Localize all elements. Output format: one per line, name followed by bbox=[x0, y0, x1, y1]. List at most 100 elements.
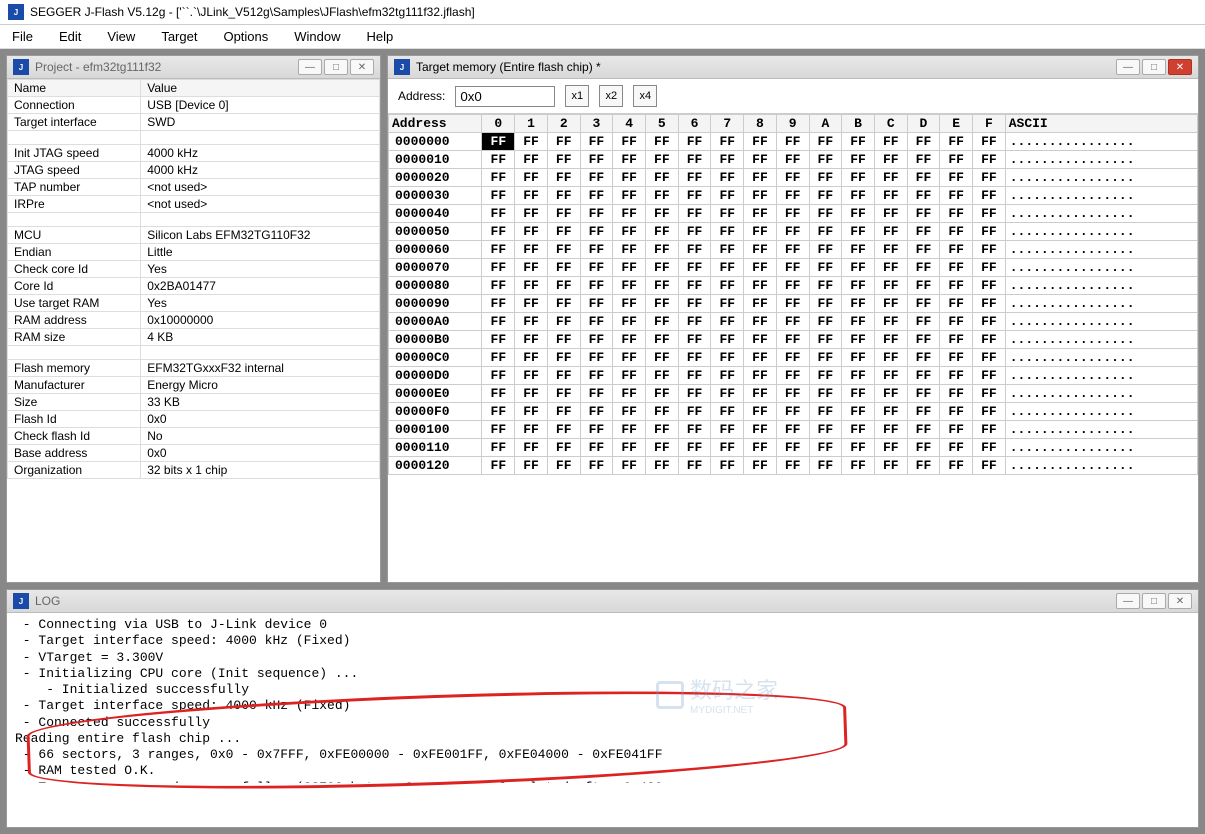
size-x4-button[interactable]: x4 bbox=[633, 85, 657, 107]
byte-cell[interactable]: FF bbox=[776, 205, 809, 223]
memory-row[interactable]: 00000E0FFFFFFFFFFFFFFFFFFFFFFFFFFFFFFFF.… bbox=[389, 385, 1198, 403]
byte-cell[interactable]: FF bbox=[547, 241, 580, 259]
col-name[interactable]: Name bbox=[8, 80, 141, 97]
byte-cell[interactable]: FF bbox=[482, 367, 515, 385]
byte-cell[interactable]: FF bbox=[645, 277, 678, 295]
byte-cell[interactable]: FF bbox=[973, 313, 1006, 331]
table-row[interactable]: ManufacturerEnergy Micro bbox=[8, 377, 380, 394]
byte-cell[interactable]: FF bbox=[515, 133, 548, 151]
byte-cell[interactable]: FF bbox=[744, 349, 777, 367]
byte-cell[interactable]: FF bbox=[547, 259, 580, 277]
byte-cell[interactable]: FF bbox=[973, 331, 1006, 349]
byte-cell[interactable]: FF bbox=[940, 241, 973, 259]
byte-cell[interactable]: FF bbox=[940, 439, 973, 457]
byte-cell[interactable]: FF bbox=[482, 421, 515, 439]
byte-cell[interactable]: FF bbox=[973, 367, 1006, 385]
byte-cell[interactable]: FF bbox=[547, 151, 580, 169]
byte-cell[interactable]: FF bbox=[482, 403, 515, 421]
byte-cell[interactable]: FF bbox=[776, 349, 809, 367]
memory-row[interactable]: 0000100FFFFFFFFFFFFFFFFFFFFFFFFFFFFFFFF.… bbox=[389, 421, 1198, 439]
memory-row[interactable]: 00000F0FFFFFFFFFFFFFFFFFFFFFFFFFFFFFFFF.… bbox=[389, 403, 1198, 421]
byte-cell[interactable]: FF bbox=[645, 367, 678, 385]
byte-cell[interactable]: FF bbox=[613, 205, 646, 223]
byte-cell[interactable]: FF bbox=[809, 277, 842, 295]
byte-cell[interactable]: FF bbox=[940, 349, 973, 367]
byte-cell[interactable]: FF bbox=[744, 367, 777, 385]
byte-cell[interactable]: FF bbox=[580, 439, 613, 457]
byte-cell[interactable]: FF bbox=[613, 241, 646, 259]
byte-cell[interactable]: FF bbox=[515, 331, 548, 349]
byte-cell[interactable]: FF bbox=[580, 295, 613, 313]
byte-cell[interactable]: FF bbox=[940, 151, 973, 169]
close-button[interactable]: ✕ bbox=[350, 59, 374, 75]
byte-cell[interactable]: FF bbox=[744, 385, 777, 403]
byte-cell[interactable]: FF bbox=[744, 205, 777, 223]
byte-cell[interactable]: FF bbox=[744, 223, 777, 241]
byte-cell[interactable]: FF bbox=[874, 457, 907, 475]
table-row[interactable]: Core Id0x2BA01477 bbox=[8, 278, 380, 295]
byte-cell[interactable]: FF bbox=[809, 133, 842, 151]
byte-cell[interactable]: FF bbox=[842, 457, 875, 475]
byte-cell[interactable]: FF bbox=[613, 331, 646, 349]
byte-cell[interactable]: FF bbox=[547, 313, 580, 331]
byte-cell[interactable]: FF bbox=[940, 457, 973, 475]
byte-cell[interactable]: FF bbox=[907, 223, 940, 241]
memory-row[interactable]: 0000060FFFFFFFFFFFFFFFFFFFFFFFFFFFFFFFF.… bbox=[389, 241, 1198, 259]
byte-cell[interactable]: FF bbox=[874, 241, 907, 259]
byte-cell[interactable]: FF bbox=[613, 277, 646, 295]
maximize-button[interactable]: □ bbox=[1142, 593, 1166, 609]
byte-cell[interactable]: FF bbox=[809, 295, 842, 313]
table-row[interactable]: EndianLittle bbox=[8, 244, 380, 261]
byte-cell[interactable]: FF bbox=[580, 187, 613, 205]
byte-cell[interactable]: FF bbox=[547, 223, 580, 241]
byte-cell[interactable]: FF bbox=[744, 313, 777, 331]
byte-cell[interactable]: FF bbox=[645, 403, 678, 421]
memory-row[interactable]: 00000A0FFFFFFFFFFFFFFFFFFFFFFFFFFFFFFFF.… bbox=[389, 313, 1198, 331]
byte-cell[interactable]: FF bbox=[973, 241, 1006, 259]
byte-cell[interactable]: FF bbox=[645, 421, 678, 439]
byte-cell[interactable]: FF bbox=[973, 187, 1006, 205]
table-row[interactable]: Target interfaceSWD bbox=[8, 114, 380, 131]
byte-cell[interactable]: FF bbox=[678, 313, 711, 331]
byte-cell[interactable]: FF bbox=[776, 241, 809, 259]
byte-cell[interactable]: FF bbox=[940, 421, 973, 439]
table-row[interactable]: JTAG speed4000 kHz bbox=[8, 162, 380, 179]
byte-cell[interactable]: FF bbox=[776, 367, 809, 385]
byte-cell[interactable]: FF bbox=[580, 331, 613, 349]
byte-cell[interactable]: FF bbox=[645, 187, 678, 205]
byte-cell[interactable]: FF bbox=[547, 169, 580, 187]
byte-cell[interactable]: FF bbox=[482, 169, 515, 187]
byte-cell[interactable]: FF bbox=[678, 205, 711, 223]
byte-cell[interactable]: FF bbox=[842, 169, 875, 187]
byte-cell[interactable]: FF bbox=[613, 295, 646, 313]
byte-cell[interactable]: FF bbox=[678, 403, 711, 421]
byte-cell[interactable]: FF bbox=[973, 151, 1006, 169]
byte-cell[interactable]: FF bbox=[842, 313, 875, 331]
byte-cell[interactable]: FF bbox=[907, 439, 940, 457]
byte-cell[interactable]: FF bbox=[482, 223, 515, 241]
minimize-button[interactable]: — bbox=[1116, 593, 1140, 609]
byte-cell[interactable]: FF bbox=[907, 241, 940, 259]
byte-cell[interactable]: FF bbox=[842, 223, 875, 241]
byte-cell[interactable]: FF bbox=[580, 151, 613, 169]
byte-cell[interactable]: FF bbox=[613, 259, 646, 277]
byte-cell[interactable]: FF bbox=[613, 313, 646, 331]
byte-cell[interactable]: FF bbox=[907, 205, 940, 223]
byte-cell[interactable]: FF bbox=[482, 187, 515, 205]
memory-row[interactable]: 0000110FFFFFFFFFFFFFFFFFFFFFFFFFFFFFFFF.… bbox=[389, 439, 1198, 457]
byte-cell[interactable]: FF bbox=[744, 259, 777, 277]
table-row[interactable]: Flash Id0x0 bbox=[8, 411, 380, 428]
memory-row[interactable]: 0000080FFFFFFFFFFFFFFFFFFFFFFFFFFFFFFFF.… bbox=[389, 277, 1198, 295]
byte-cell[interactable]: FF bbox=[711, 241, 744, 259]
byte-cell[interactable]: FF bbox=[711, 259, 744, 277]
byte-cell[interactable]: FF bbox=[776, 277, 809, 295]
byte-cell[interactable]: FF bbox=[613, 187, 646, 205]
byte-cell[interactable]: FF bbox=[776, 259, 809, 277]
byte-cell[interactable]: FF bbox=[547, 385, 580, 403]
menu-help[interactable]: Help bbox=[363, 27, 398, 46]
byte-cell[interactable]: FF bbox=[907, 169, 940, 187]
byte-cell[interactable]: FF bbox=[744, 439, 777, 457]
byte-cell[interactable]: FF bbox=[711, 313, 744, 331]
byte-cell[interactable]: FF bbox=[973, 385, 1006, 403]
byte-cell[interactable]: FF bbox=[973, 277, 1006, 295]
